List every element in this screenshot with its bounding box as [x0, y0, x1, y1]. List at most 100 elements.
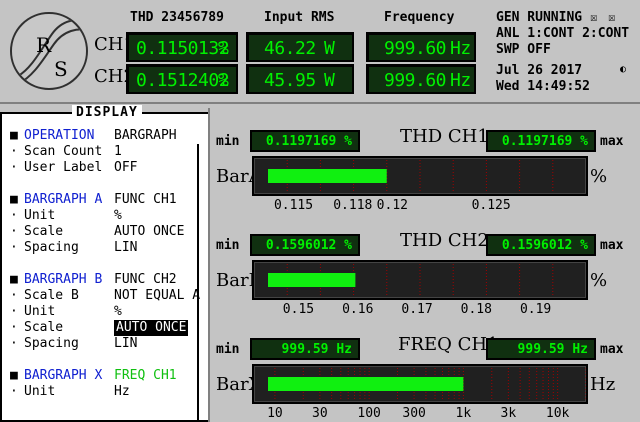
menu-bullet: ·	[10, 208, 18, 223]
tick-label: 3k	[500, 406, 517, 421]
menu-item-value[interactable]: AUTO ONCE	[114, 224, 184, 240]
bar-track	[252, 156, 588, 196]
min-value-display: 0.1197169 %	[250, 130, 360, 152]
date-text: Jul 26 2017	[496, 63, 583, 78]
menu-item-value[interactable]: BARGRAPH	[114, 128, 177, 144]
tick-label: 30	[312, 406, 328, 421]
ch2-freq-value: 999.60	[384, 70, 447, 91]
min-value-display: 0.1596012 %	[250, 234, 360, 256]
tick-label: 0.118	[333, 198, 373, 213]
menu-bullet: ·	[10, 320, 18, 335]
tick-label: 10	[267, 406, 283, 421]
date-time: Jul 26 2017 Wed 14:49:52	[496, 63, 590, 95]
anl-status-text: ANL 1:CONT 2:CONT	[496, 26, 630, 41]
bar-track	[252, 364, 588, 404]
menu-item-label: Unit	[24, 384, 56, 399]
menu-item-value[interactable]: NOT EQUAL A	[114, 288, 200, 304]
ch1-rms-display: 46.22 W	[246, 32, 354, 62]
menu-bullet: ■	[10, 128, 18, 143]
status-panel: R S THD 23456789 Input RMS Frequency CH1…	[0, 0, 640, 104]
menu-bullet: ·	[10, 224, 18, 239]
menu-item-label: Spacing	[24, 336, 79, 351]
menu-item-label: Scale	[24, 224, 64, 239]
ch2-rms-value: 45.95	[264, 70, 316, 91]
menu-item-value[interactable]: FUNC CH2	[114, 272, 177, 288]
max-label: max	[600, 238, 624, 253]
frequency-header: Frequency	[384, 10, 455, 25]
menu-item-value[interactable]: LIN	[114, 240, 137, 256]
ch2-rms-unit: W	[324, 70, 335, 91]
bar-fill	[268, 169, 387, 183]
max-label: max	[600, 342, 624, 357]
menu-item-value[interactable]: FREQ CH1	[114, 368, 177, 384]
ch1-freq-unit: Hz	[450, 38, 471, 59]
min-value: 999.59 Hz	[281, 342, 352, 357]
max-value-display: 999.59 Hz	[486, 338, 596, 360]
rs-logo: R S	[10, 12, 88, 90]
display-menu: DISPLAY ■ OPERATION BARGRAPH · Scan Count 1 · U…	[0, 105, 210, 422]
tick-labels: 0.15 0.16 0.17 0.18 0.19	[210, 302, 640, 318]
min-label: min	[216, 134, 240, 149]
scroll-down-icon[interactable]: ▼	[194, 418, 201, 422]
menu-bullet: ·	[10, 336, 18, 351]
bar-fill	[268, 377, 464, 391]
min-label: min	[216, 238, 240, 253]
menu-bullet: ·	[10, 384, 18, 399]
bargraph-section: min 0.1197169 % THD CH1 0.1197169 % max BarA%…	[210, 112, 640, 216]
ch1-thd-value: 0.1150132	[136, 38, 230, 59]
menu-item-label: Scan Count	[24, 144, 103, 159]
bar-fill	[268, 273, 356, 287]
menu-item-label: BARGRAPH B	[24, 272, 103, 287]
ch2-freq-unit: Hz	[450, 70, 471, 91]
max-value: 0.1596012 %	[501, 238, 588, 253]
bargraph-panel: min 0.1197169 % THD CH1 0.1197169 % max BarA%…	[208, 108, 640, 422]
menu-item-value[interactable]: FUNC CH1	[114, 192, 177, 208]
menu-item-label: Scale B	[24, 288, 79, 303]
bargraph-title: FREQ CH1	[398, 334, 499, 355]
ch1-rms-unit: W	[324, 38, 335, 59]
menu-item-label: Spacing	[24, 240, 79, 255]
bar-unit: Hz	[590, 374, 616, 395]
menu-bullet: ·	[10, 144, 18, 159]
tick-label: 100	[357, 406, 381, 421]
svg-text:S: S	[54, 57, 68, 81]
ch1-freq-display: 999.60 Hz	[366, 32, 476, 62]
speaker-off-icon: ☒	[608, 10, 616, 24]
thd-header: THD 23456789	[130, 10, 224, 25]
tick-label: 0.115	[273, 198, 314, 213]
menu-item-value[interactable]: LIN	[114, 336, 137, 352]
menu-item-value[interactable]: %	[114, 208, 122, 224]
input-rms-header: Input RMS	[264, 10, 335, 25]
tick-labels: 0.115 0.118 0.12 0.125	[210, 198, 640, 214]
menu-item-value[interactable]: 1	[114, 144, 122, 160]
bargraph-title: THD CH2	[400, 230, 489, 251]
menu-item-value[interactable]: %	[114, 304, 122, 320]
min-label: min	[216, 342, 240, 357]
bar-unit: %	[590, 166, 608, 187]
tick-label: 300	[402, 406, 426, 421]
clock-icon: ◐	[620, 64, 627, 75]
bargraph-section: min 0.1596012 % THD CH2 0.1596012 % max BarB%…	[210, 216, 640, 320]
min-value-display: 999.59 Hz	[250, 338, 360, 360]
menu-bullet: ■	[10, 272, 18, 287]
menu-bullet: ■	[10, 368, 18, 383]
menu-item-value[interactable]: Hz	[114, 384, 130, 400]
ch1-thd-unit: %	[218, 38, 229, 59]
ch1-thd-display: 0.1150132 %	[126, 32, 238, 62]
menu-bullet: ·	[10, 160, 18, 175]
tick-label: 1k	[455, 406, 472, 421]
ch2-rms-display: 45.95 W	[246, 64, 354, 94]
menu-bullet: ·	[10, 288, 18, 303]
menu-item-value[interactable]: OFF	[114, 160, 137, 176]
menu-bullet: ■	[10, 192, 18, 207]
speaker-muted-icon: ☒	[590, 10, 598, 24]
menu-scrollbar[interactable]: ▼	[194, 144, 205, 422]
tick-label: 0.17	[401, 302, 433, 317]
tick-label: 10k	[545, 406, 570, 421]
menu-item-value[interactable]: AUTO ONCE	[114, 320, 189, 336]
menu-item-label: Scale	[24, 320, 64, 335]
menu-item-label: OPERATION	[24, 128, 95, 143]
ch1-freq-value: 999.60	[384, 38, 447, 59]
menu-item-label: User Label	[24, 160, 103, 175]
tick-label: 0.125	[471, 198, 511, 213]
